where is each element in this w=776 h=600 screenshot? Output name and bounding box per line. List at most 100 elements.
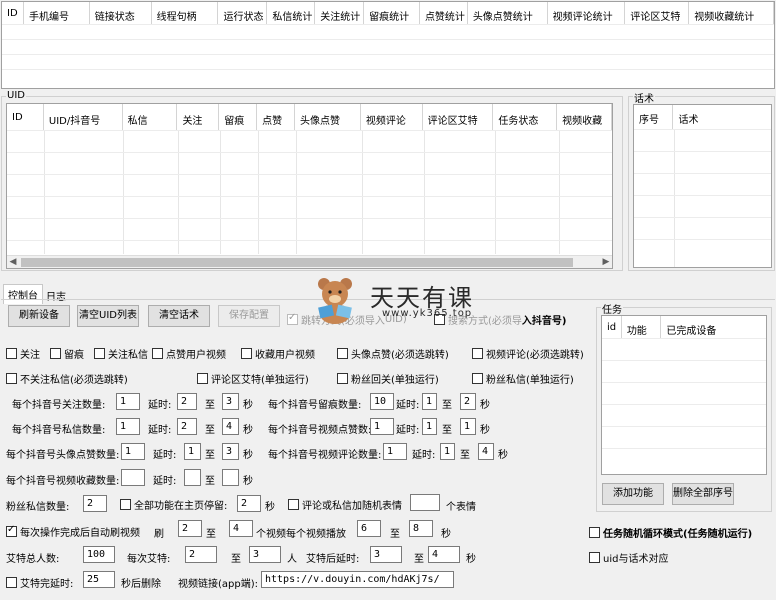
- trace-count-input[interactable]: 10: [370, 393, 394, 410]
- script-group-title: 话术: [633, 90, 655, 105]
- col-task-status: 任务状态: [493, 104, 558, 130]
- video-fav-delay-min-input[interactable]: [184, 469, 201, 486]
- after-at-delay-min-input[interactable]: 3: [370, 546, 402, 563]
- dm-delay-min-input[interactable]: 2: [177, 418, 197, 435]
- uid-horizontal-scrollbar[interactable]: ◀ ▶: [7, 255, 612, 268]
- at-done-delay-input[interactable]: 25: [83, 571, 115, 588]
- after-at-delay-max-input[interactable]: 4: [428, 546, 460, 563]
- play-min-input[interactable]: 6: [357, 520, 381, 537]
- uid-script-match-checkbox[interactable]: uid与话术对应: [589, 550, 668, 565]
- checkbox-box: [120, 499, 131, 510]
- follow-checkbox[interactable]: 关注: [6, 346, 40, 361]
- avatar-like-delay-min-input[interactable]: 1: [184, 443, 201, 460]
- dm-count-input[interactable]: 1: [116, 418, 140, 435]
- checkbox-label: 头像点赞(必须选跳转): [351, 350, 449, 361]
- col-video-comment: 视频评论: [361, 104, 423, 130]
- at-total-input[interactable]: 100: [83, 546, 115, 563]
- fan-follow-back-checkbox[interactable]: 粉丝回关(单独运行): [337, 371, 439, 386]
- video-like-count-input[interactable]: 1: [370, 418, 394, 435]
- checkbox-box: [472, 373, 483, 384]
- grid-line: [634, 217, 771, 218]
- trace-checkbox[interactable]: 留痕: [50, 346, 84, 361]
- trace-delay-min-input[interactable]: 1: [422, 393, 437, 410]
- fav-user-video-checkbox[interactable]: 收藏用户视频: [241, 346, 315, 361]
- follow-count-input[interactable]: 1: [116, 393, 140, 410]
- script-table-header: 序号 话术: [634, 105, 771, 129]
- fan-dm-checkbox[interactable]: 粉丝私信(单独运行): [472, 371, 574, 386]
- sec-label: 秒: [441, 529, 451, 540]
- random-loop-mode-checkbox[interactable]: 任务随机循环模式(任务随机运行): [589, 525, 752, 540]
- at-each-min-input[interactable]: 2: [185, 546, 217, 563]
- col-avatar-like: 头像点赞: [295, 104, 361, 130]
- avatar-like-checkbox[interactable]: 头像点赞(必须选跳转): [337, 346, 449, 361]
- comment-at-checkbox[interactable]: 评论区艾特(单独运行): [197, 371, 309, 386]
- grid-line: [634, 151, 771, 152]
- checkbox-label: 全部功能在主页停留:: [134, 501, 228, 512]
- follow-delay-min-input[interactable]: 2: [177, 393, 197, 410]
- checkbox-box: [288, 499, 299, 510]
- at-done-delay-checkbox[interactable]: 艾特完延时:: [6, 575, 73, 590]
- col-task-function: 功能: [622, 316, 662, 338]
- at-each-max-input[interactable]: 3: [249, 546, 281, 563]
- swipe-max-input[interactable]: 4: [229, 520, 253, 537]
- random-emoji-checkbox[interactable]: 评论或私信加随机表情: [288, 497, 402, 512]
- checkbox-label: 不关注私信(必须选跳转): [20, 375, 128, 386]
- tab-log[interactable]: 日志: [42, 286, 70, 305]
- grid-line: [602, 382, 766, 383]
- to-label: 至: [442, 400, 452, 411]
- auto-swipe-checkbox[interactable]: 每次操作完成后自动刷视频: [6, 524, 140, 539]
- col-id: ID: [2, 2, 24, 24]
- video-comment-delay-max-input[interactable]: 4: [478, 443, 494, 460]
- col-phone-number: 手机编号: [24, 2, 90, 24]
- video-comment-delay-min-input[interactable]: 1: [440, 443, 455, 460]
- refresh-devices-button[interactable]: 刷新设备: [8, 305, 70, 327]
- col-trace-stats: 留痕统计: [364, 2, 420, 24]
- fan-dm-count-input[interactable]: 2: [83, 495, 107, 512]
- grid-vline: [178, 130, 179, 254]
- scroll-thumb[interactable]: [21, 258, 573, 267]
- device-table[interactable]: ID 手机编号 链接状态 线程句柄 运行状态 私信统计 关注统计 留痕统计 点赞…: [1, 1, 775, 89]
- checkbox-box: [241, 348, 252, 359]
- video-link-label: 视频链接(app端):: [178, 579, 258, 590]
- trace-delay-max-input[interactable]: 2: [460, 393, 476, 410]
- save-config-button[interactable]: 保存配置: [218, 305, 280, 327]
- video-comment-checkbox[interactable]: 视频评论(必须选跳转): [472, 346, 584, 361]
- video-fav-count-input[interactable]: [121, 469, 145, 486]
- video-fav-delay-max-input[interactable]: [222, 469, 239, 486]
- avatar-like-delay-max-input[interactable]: 3: [222, 443, 239, 460]
- follow-dm-checkbox[interactable]: 关注私信: [94, 346, 148, 361]
- like-user-video-checkbox[interactable]: 点赞用户视频: [152, 346, 226, 361]
- col-comment-at: 评论区艾特: [625, 2, 690, 24]
- random-emoji-count-input[interactable]: [410, 494, 440, 511]
- tab-console[interactable]: 控制台: [3, 284, 43, 304]
- video-comment-count-input[interactable]: 1: [383, 443, 407, 460]
- to-label: 至: [205, 425, 215, 436]
- video-like-delay-min-input[interactable]: 1: [422, 418, 437, 435]
- video-like-delay-max-input[interactable]: 1: [460, 418, 476, 435]
- checkbox-box: [472, 348, 483, 359]
- checkbox-label: 收藏用户视频: [255, 350, 315, 361]
- checkbox-box: [152, 348, 163, 359]
- clear-uid-list-button[interactable]: 清空UID列表: [77, 305, 139, 327]
- play-max-input[interactable]: 8: [409, 520, 433, 537]
- task-table[interactable]: id 功能 已完成设备: [601, 315, 767, 475]
- checkbox-box: [6, 348, 17, 359]
- avatar-like-count-input[interactable]: 1: [121, 443, 145, 460]
- follow-delay-max-input[interactable]: 3: [222, 393, 239, 410]
- script-table[interactable]: 序号 话术: [633, 104, 772, 268]
- scroll-right-icon[interactable]: ▶: [600, 256, 612, 268]
- uid-table[interactable]: ID UID/抖音号 私信 关注 留痕 点赞 头像点赞 视频评论 评论区艾特 任…: [6, 103, 613, 269]
- grid-vline: [674, 129, 675, 267]
- swipe-min-input[interactable]: 2: [178, 520, 202, 537]
- homepage-stay-input[interactable]: 2: [237, 495, 261, 512]
- clear-script-button[interactable]: 清空话术: [148, 305, 210, 327]
- scroll-left-icon[interactable]: ◀: [7, 256, 19, 268]
- homepage-stay-checkbox[interactable]: 全部功能在主页停留:: [120, 497, 227, 512]
- add-function-button[interactable]: 添加功能: [602, 483, 664, 505]
- delete-all-seq-button[interactable]: 删除全部序号: [672, 483, 734, 505]
- no-follow-dm-checkbox[interactable]: 不关注私信(必须选跳转): [6, 371, 128, 386]
- dm-delay-max-input[interactable]: 4: [222, 418, 239, 435]
- checkbox-label: 粉丝回关(单独运行): [351, 375, 439, 386]
- grid-vline: [44, 130, 45, 254]
- video-link-input[interactable]: https://v.douyin.com/hdAKj7s/: [261, 571, 454, 588]
